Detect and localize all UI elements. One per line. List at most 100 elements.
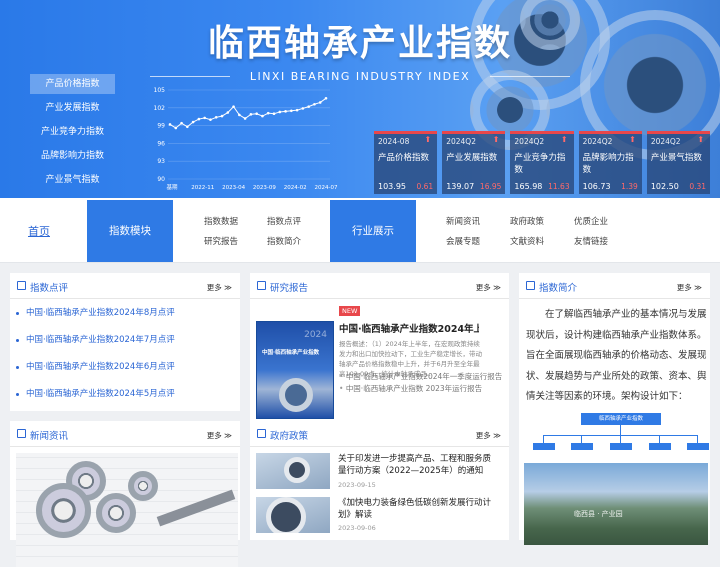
card-name: 产业景气指数 [650,153,702,163]
policy-thumbnail[interactable] [256,453,330,489]
data-point [313,102,316,106]
nav-link-literature[interactable]: 文献资料 [510,235,544,247]
report-link[interactable]: 中国·临西轴承产业指数 2023年运行报告 [339,383,482,394]
policy-title[interactable]: 《加快电力装备绿色低碳创新发展行动计划》解读 [338,497,496,521]
org-node [571,443,593,450]
nav-home-link[interactable]: 首页 [28,223,50,239]
card-name: 产业竞争力指数 [514,153,566,175]
nav-link-research-report[interactable]: 研究报告 [204,235,238,247]
industrial-park-photo: 临西县 · 产业园 [524,463,708,545]
data-point [318,101,322,104]
data-point [284,110,287,113]
nav-link-news[interactable]: 新闻资讯 [446,215,480,227]
x-tick-label: 基期 [166,183,178,191]
org-node [687,443,709,450]
panel-title: 指数点评 [30,283,69,294]
index-card[interactable]: 2024Q2 ⬆ 品牌影响力指数 106.73 1.39 [578,131,642,194]
nav-link-index-intro[interactable]: 指数简介 [267,235,301,247]
x-tick-label: 2024-07 [315,185,338,191]
card-change: 1.39 [621,182,638,191]
series-line [169,97,327,129]
data-point [261,114,264,118]
index-card[interactable]: 2024Q2 ⬆ 产业竞争力指数 165.98 11.63 [510,131,574,194]
nav-index-module[interactable]: 指数模块 [87,200,173,262]
data-point [232,105,235,108]
more-link[interactable]: 更多 ≫ [677,282,702,293]
list-item[interactable]: 中国·临西轴承产业指数2024年7月点评 [10,327,240,354]
panel-title: 研究报告 [270,283,309,294]
divider [150,76,230,77]
y-tick-label: 90 [157,176,165,183]
price-index-chart: 90 93 96 99 102 105 基期 2022-11 2023-04 2023-09 202… [154,87,338,191]
index-menu-item-prosperity[interactable]: 产业景气指数 [30,170,115,190]
intro-panel: 指数简介 更多 ≫ 在了解临西轴承产业的基本情况与发展现状后，设计构建临西轴承产… [519,273,710,545]
policy-panel: 政府政策 更多 ≫ 关于印发进一步提高产品、工程和服务质量行动方案（2022—2… [250,421,509,540]
data-point [180,121,183,125]
card-change: 0.31 [689,182,707,191]
reports-panel: 研究报告 更多 ≫ 2024 中国·临西轴承产业指数 NEW 中国·临西轴承产业… [250,273,509,423]
index-menu: 产品价格指数 产业发展指数 产业竞争力指数 品牌影响力指数 产业景气指数 [30,74,115,194]
data-point [307,105,310,108]
arrow-up-icon: ⬆ [629,135,636,144]
card-change: 16.95 [479,182,502,191]
index-menu-item-price[interactable]: 产品价格指数 [30,74,115,94]
x-tick-label: 2022-11 [191,185,214,191]
nav-link-index-data[interactable]: 指数数据 [204,215,238,227]
arrow-up-icon: ⬆ [697,135,705,144]
y-tick-label: 105 [154,87,166,94]
more-link[interactable]: 更多 ≫ [476,430,501,441]
nav-link-exhibition[interactable]: 会展专题 [446,235,480,247]
report-link[interactable]: 中国·临西轴承产业指数2024年一季度运行报告 [339,371,502,382]
more-link[interactable]: 更多 ≫ [476,282,501,293]
data-point [266,111,270,115]
card-name: 品牌影响力指数 [582,153,634,175]
caliper-image [156,489,236,527]
nav-link-friend-links[interactable]: 友情链接 [574,235,608,247]
index-card[interactable]: 2024Q2 ⬆ 产业景气指数 102.50 0.31 [646,131,711,194]
list-item[interactable]: 中国·临西轴承产业指数2024年8月点评 [10,300,240,327]
data-point [278,110,282,114]
card-change: 0.61 [416,182,434,191]
data-point [168,123,172,126]
arrow-up-icon: ⬆ [424,135,432,144]
card-name: 产业发展指数 [446,153,498,163]
index-card[interactable]: 2024-08 ⬆ 产品价格指数 103.95 0.61 [374,131,438,194]
card-value: 106.73 [582,182,611,191]
policy-title[interactable]: 关于印发进一步提高产品、工程和服务质量行动方案（2022—2025年）的通知 [338,453,496,477]
panel-title: 政府政策 [270,431,309,442]
bearing-image [96,493,136,533]
news-image[interactable] [16,453,238,567]
panel-title: 指数简介 [539,283,578,294]
arrow-up-icon: ⬆ [560,135,568,144]
nav-link-index-comment[interactable]: 指数点评 [267,215,301,227]
card-value: 139.07 [446,182,475,191]
site-subtitle: LINXI BEARING INDUSTRY INDEX [249,70,471,83]
policy-thumbnail[interactable] [256,497,330,533]
nav-link-enterprises[interactable]: 优质企业 [574,215,608,227]
more-link[interactable]: 更多 ≫ [207,282,232,293]
panel-title: 新闻资讯 [30,431,69,442]
list-item[interactable]: 中国·临西轴承产业指数2024年5月点评 [10,381,240,408]
news-icon [17,429,26,438]
index-card[interactable]: 2024Q2 ⬆ 产业发展指数 139.07 16.95 [442,131,506,194]
more-link[interactable]: 更多 ≫ [207,430,232,441]
nav-link-policy[interactable]: 政府政策 [510,215,544,227]
report-headline[interactable]: 中国·临西轴承产业指数2024年上半年... [339,321,479,335]
report-cover[interactable]: 2024 中国·临西轴承产业指数 [256,321,334,419]
data-point [238,113,241,117]
index-cards: 2024-08 ⬆ 产品价格指数 103.95 0.61 2024Q2 ⬆ 产业发展指数 139… [374,131,711,194]
index-menu-item-brand[interactable]: 品牌影响力指数 [30,146,115,166]
index-menu-item-development[interactable]: 产业发展指数 [30,98,115,118]
comments-panel: 指数点评 更多 ≫ 中国·临西轴承产业指数2024年8月点评 中国·临西轴承产业… [10,273,240,411]
list-item[interactable]: 中国·临西轴承产业指数2024年6月点评 [10,354,240,381]
data-point [220,114,224,118]
cover-title: 中国·临西轴承产业指数 [262,350,320,356]
policy-icon [257,429,266,438]
x-tick-label: 2023-04 [222,185,245,191]
nav-industry-show[interactable]: 行业展示 [330,200,416,262]
news-panel: 新闻资讯 更多 ≫ [10,421,240,567]
org-root: 临西轴承产业指数 [581,413,661,425]
bearing-image [36,483,91,538]
hero-banner: 临西轴承产业指数 LINXI BEARING INDUSTRY INDEX 产品… [0,0,720,198]
index-menu-item-competitiveness[interactable]: 产业竞争力指数 [30,122,115,142]
